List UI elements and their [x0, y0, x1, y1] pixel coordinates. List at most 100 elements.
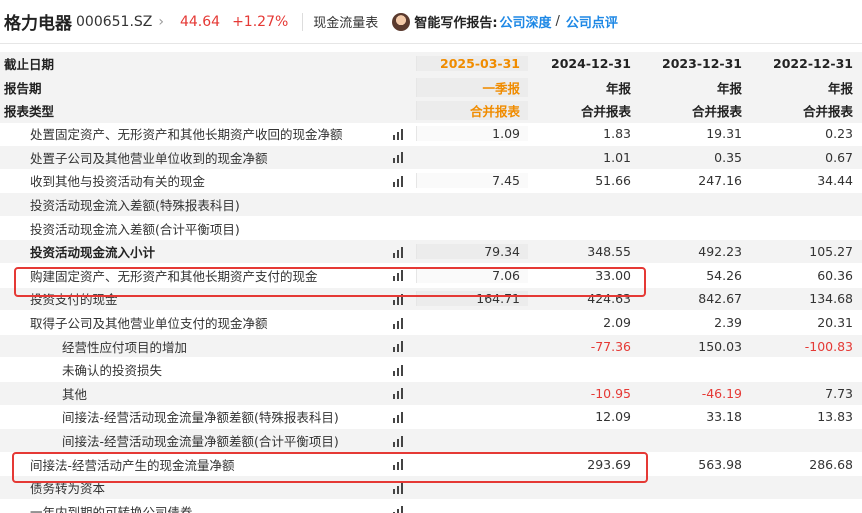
- bar-chart-icon[interactable]: [380, 505, 416, 513]
- value-cell: 2.09: [603, 315, 631, 331]
- table-row: 处置固定资产、无形资产和其他长期资产收回的现金净额 1.09 1.83 19.31 0.…: [0, 123, 862, 147]
- value-cell: 563.98: [698, 456, 742, 472]
- header-cell: 年报: [716, 80, 742, 96]
- link-separator: /: [555, 14, 560, 29]
- table-row: 经营性应付项目的增加 -77.36 150.03 -100.83: [0, 334, 862, 359]
- header-label: 报告期: [4, 80, 42, 96]
- value-cell: 33.00: [595, 267, 631, 283]
- table-header-row: 截止日期 2025-03-31 2024-12-31 2023-12-31 2022-1…: [0, 52, 862, 76]
- table-row: 间接法-经营活动现金流量净额差额(合计平衡项目): [0, 429, 862, 453]
- header-cell: 2025-03-31: [416, 56, 528, 72]
- row-label: 处置子公司及其他营业单位收到的现金净额: [30, 150, 268, 166]
- value-cell: -77.36: [590, 338, 631, 354]
- stock-name[interactable]: 格力电器: [4, 9, 72, 34]
- stock-header: 格力电器 000651.SZ › 44.64 +1.27% 现金流量表 智能写作…: [0, 0, 862, 44]
- bar-chart-icon[interactable]: [380, 151, 416, 164]
- row-label: 投资活动现金流入差额(特殊报表科目): [30, 198, 240, 214]
- header-cell: 一季报: [416, 77, 528, 97]
- value-cell: 54.26: [706, 267, 742, 283]
- link-company-review[interactable]: 公司点评: [566, 12, 618, 31]
- stock-code: 000651.SZ: [76, 13, 153, 30]
- row-label: 其他: [62, 386, 88, 402]
- divider: [302, 12, 304, 31]
- table-row: 间接法-经营活动现金流量净额差额(特殊报表科目) 12.09 33.18 13.83: [0, 406, 862, 430]
- value-cell: 60.36: [817, 267, 853, 283]
- bar-chart-icon[interactable]: [380, 269, 416, 282]
- bar-chart-icon[interactable]: [380, 458, 416, 471]
- table-row: 取得子公司及其他营业单位支付的现金净额 2.09 2.39 20.31: [0, 311, 862, 335]
- bar-chart-icon: [380, 222, 416, 234]
- value-cell: 1.83: [603, 126, 631, 142]
- bar-chart-icon[interactable]: [380, 411, 416, 423]
- value-cell: -10.95: [590, 385, 631, 401]
- value-cell: 12.09: [595, 409, 631, 425]
- header-cell: 合并报表: [416, 101, 528, 121]
- header-cell: 年报: [827, 80, 853, 96]
- value-cell: 7.45: [416, 173, 528, 189]
- table-row: 未确认的投资损失: [0, 358, 862, 383]
- value-cell: 19.31: [706, 126, 742, 142]
- value-cell: 13.83: [817, 409, 853, 425]
- value-cell: 842.67: [698, 291, 742, 307]
- row-label: 处置固定资产、无形资产和其他长期资产收回的现金净额: [30, 127, 343, 143]
- header-cell: 2024-12-31: [551, 56, 631, 72]
- row-label: 债务转为资本: [30, 481, 106, 497]
- bar-chart-icon[interactable]: [380, 293, 416, 305]
- table-row: 间接法-经营活动产生的现金流量净额 293.69 563.98 286.68: [0, 453, 862, 477]
- value-cell: 247.16: [698, 173, 742, 189]
- value-cell: 33.18: [706, 409, 742, 425]
- table-row: 投资活动现金流入差额(特殊报表科目): [0, 193, 862, 217]
- value-cell: 0.67: [825, 149, 853, 165]
- value-cell: 424.63: [587, 291, 631, 307]
- value-cell: 0.23: [825, 126, 853, 142]
- header-cell: 合并报表: [580, 104, 631, 120]
- bar-chart-icon[interactable]: [380, 435, 416, 447]
- table-row: 处置子公司及其他营业单位收到的现金净额 1.01 0.35 0.67: [0, 146, 862, 170]
- value-cell: -100.83: [804, 338, 853, 354]
- value-cell: -46.19: [701, 385, 742, 401]
- value-cell: 105.27: [809, 244, 853, 260]
- bar-chart-icon[interactable]: [380, 246, 416, 258]
- row-label: 投资活动现金流入小计: [30, 245, 156, 261]
- row-label: 一年内到期的可转换公司债券: [30, 504, 193, 513]
- table-row: 投资活动现金流入小计 79.34 348.55 492.23 105.27: [0, 240, 862, 265]
- bar-chart-icon[interactable]: [380, 128, 416, 140]
- table-row: 投资活动现金流入差额(合计平衡项目): [0, 217, 862, 241]
- bar-chart-icon[interactable]: [380, 175, 416, 187]
- table-row: 债务转为资本: [0, 476, 862, 500]
- bar-chart-icon: [380, 199, 416, 211]
- header-cell: 2022-12-31: [773, 56, 853, 72]
- table-row: 收到其他与投资活动有关的现金 7.45 51.66 247.16 34.44: [0, 170, 862, 194]
- value-cell: 1.01: [603, 149, 631, 165]
- link-company-depth[interactable]: 公司深度: [500, 12, 552, 31]
- header-label: 报表类型: [4, 104, 55, 120]
- header-cell: 合并报表: [802, 104, 853, 120]
- header-cell: 合并报表: [691, 104, 742, 120]
- avatar: [392, 12, 411, 31]
- value-cell: 134.68: [809, 291, 853, 307]
- section-label: 现金流量表: [313, 16, 379, 31]
- bar-chart-icon[interactable]: [380, 340, 416, 353]
- value-cell: 34.44: [817, 173, 853, 189]
- value-cell: 348.55: [587, 244, 631, 260]
- table-row: 购建固定资产、无形资产和其他长期资产支付的现金 7.06 33.00 54.26 60.…: [0, 264, 862, 288]
- bar-chart-icon[interactable]: [380, 387, 416, 400]
- row-label: 购建固定资产、无形资产和其他长期资产支付的现金: [30, 268, 318, 284]
- chevron-right-icon[interactable]: ›: [158, 14, 164, 30]
- row-label: 未确认的投资损失: [62, 363, 163, 379]
- header-label: 截止日期: [4, 57, 55, 73]
- table-row: 一年内到期的可转换公司债券: [0, 500, 862, 513]
- value-cell: 79.34: [416, 244, 528, 260]
- value-cell: 293.69: [587, 456, 631, 472]
- value-cell: 492.23: [698, 244, 742, 260]
- row-label: 投资活动现金流入差额(合计平衡项目): [30, 221, 240, 237]
- row-label: 收到其他与投资活动有关的现金: [30, 174, 206, 190]
- bar-chart-icon[interactable]: [380, 364, 416, 376]
- bar-chart-icon[interactable]: [380, 482, 416, 494]
- bar-chart-icon[interactable]: [380, 317, 416, 329]
- table-row: 投资支付的现金 164.71 424.63 842.67 134.68: [0, 287, 862, 312]
- value-cell: 2.39: [714, 315, 742, 331]
- value-cell: 150.03: [698, 338, 742, 354]
- table-header-row: 报表类型 合并报表 合并报表 合并报表 合并报表: [0, 99, 862, 123]
- row-label: 间接法-经营活动现金流量净额差额(合计平衡项目): [62, 434, 339, 450]
